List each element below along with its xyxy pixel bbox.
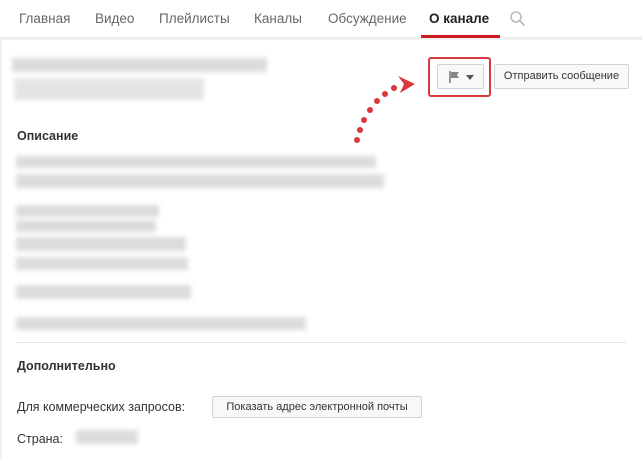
blurred-description-line [16,257,188,270]
section-divider [17,342,626,343]
channel-tabs: Главная Видео Плейлисты Каналы Обсуждени… [0,0,643,38]
additional-heading: Дополнительно [17,359,116,373]
send-message-button[interactable]: Отправить сообщение [494,64,629,89]
tab-playlists[interactable]: Плейлисты [159,11,230,26]
blurred-country-value [76,430,138,444]
country-label: Страна: [17,432,63,446]
blurred-description-line [16,285,191,299]
tab-discussion[interactable]: Обсуждение [328,11,407,26]
business-inquiries-label: Для коммерческих запросов: [17,400,186,414]
blurred-description-line [16,205,159,217]
search-icon[interactable] [508,9,528,29]
blurred-channel-name [12,58,267,72]
description-heading: Описание [17,129,79,143]
blurred-description-line [16,237,186,251]
tab-videos[interactable]: Видео [95,11,134,26]
caret-down-icon [466,75,474,80]
flag-icon [449,71,459,83]
active-tab-indicator [421,35,500,38]
report-flag-button[interactable] [437,64,484,89]
tab-home[interactable]: Главная [19,11,70,26]
tab-channels[interactable]: Каналы [254,11,302,26]
blurred-description-line [16,220,156,232]
blurred-description-line [16,156,376,168]
blurred-channel-stats [14,78,204,100]
tab-about[interactable]: О канале [429,11,489,26]
show-email-button[interactable]: Показать адрес электронной почты [212,396,422,418]
blurred-description-line [16,174,384,188]
blurred-description-line [16,317,306,330]
